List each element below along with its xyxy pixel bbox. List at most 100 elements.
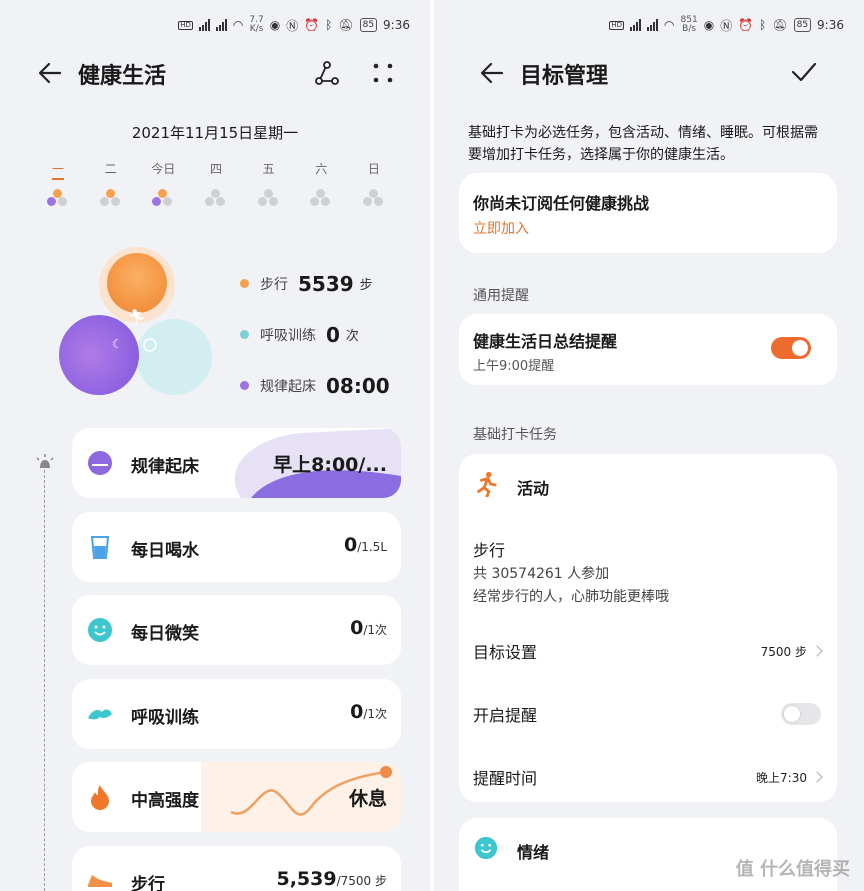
day-sat[interactable]: 六 <box>295 160 347 209</box>
header: 健康生活 <box>0 55 430 91</box>
eye-icon: ◉ <box>703 18 715 32</box>
alarm-icon: ⏰ <box>738 18 754 32</box>
hd-badge: HD <box>609 20 625 30</box>
battery-icon: 85 <box>359 18 378 32</box>
day-dots-icon <box>99 189 122 209</box>
legend-value: 5539 <box>298 271 354 296</box>
card-intensity[interactable]: 中高强度 休息 <box>72 762 401 832</box>
goal-label: 目标设置 <box>473 643 538 662</box>
day-mon[interactable]: 一 <box>32 160 84 209</box>
walk-reminder-toggle[interactable] <box>781 703 821 725</box>
day-tue[interactable]: 二 <box>85 160 137 209</box>
card-value-text: 5,539 <box>276 868 337 890</box>
card-value: 5,539/7500 步 <box>276 868 387 890</box>
signal-icon <box>215 19 227 31</box>
chevron-right-icon <box>811 645 823 657</box>
legend-dot <box>240 279 249 288</box>
day-fri[interactable]: 五 <box>243 160 295 209</box>
summary-reminder-title: 健康生活日总结提醒 <box>473 332 618 351</box>
walk-title: 步行 <box>473 541 506 560</box>
day-dots-icon <box>204 189 227 209</box>
net-speed: 7.7 K/s <box>249 15 264 34</box>
emotion-smile-icon <box>474 836 498 860</box>
day-today[interactable]: 今日 <box>137 160 189 209</box>
day-dots-icon <box>257 189 280 209</box>
card-value: 0/1.5L <box>344 534 387 556</box>
share-icon[interactable] <box>314 60 340 86</box>
page-title: 健康生活 <box>78 64 167 89</box>
card-breath[interactable]: 呼吸训练 0/1次 <box>72 679 401 749</box>
day-sun[interactable]: 日 <box>348 160 400 209</box>
card-title: 每日微笑 <box>131 624 199 644</box>
confirm-check-icon[interactable] <box>790 58 818 86</box>
legend-unit: 次 <box>345 329 359 344</box>
card-title: 呼吸训练 <box>131 708 199 728</box>
walk-participants: 共 30574261 人参加 <box>473 566 610 582</box>
card-walk[interactable]: 步行 5,539/7500 步 <box>72 846 401 891</box>
card-title: 步行 <box>131 875 165 891</box>
card-title: 每日喝水 <box>131 541 199 561</box>
legend-dot <box>240 381 249 390</box>
running-icon <box>477 471 497 497</box>
emotion-title: 情绪 <box>517 843 550 862</box>
header: 目标管理 <box>434 55 864 91</box>
day-dots-icon <box>310 189 332 209</box>
card-value-sub: /7500 步 <box>336 874 387 888</box>
net-speed: 851 B/s <box>680 15 698 34</box>
remind-time-text: 晚上7:30 <box>756 770 807 785</box>
card-value-sub: /1次 <box>363 623 387 637</box>
day-thu[interactable]: 四 <box>190 160 242 209</box>
card-value: 0/1次 <box>350 701 387 723</box>
remind-time-row[interactable]: 提醒时间 晚上7:30 <box>473 762 823 792</box>
card-value-text: 早上8:00/... <box>273 454 387 476</box>
legend-breath: 呼吸训练 0 次 <box>240 309 396 360</box>
card-value: 0/1次 <box>350 617 387 639</box>
summary-reminder-toggle[interactable] <box>771 337 811 359</box>
smile-icon <box>88 618 112 642</box>
join-now-link[interactable]: 立即加入 <box>473 218 529 238</box>
day-dots-icon <box>362 189 385 209</box>
back-arrow-icon[interactable] <box>36 59 64 87</box>
alarm-bell-icon <box>36 454 54 468</box>
card-value-text: 0 <box>343 534 358 556</box>
back-arrow-icon[interactable] <box>478 59 506 87</box>
day-label: 一 <box>51 162 64 180</box>
health-blob-chart[interactable]: 🏃︎ ☾ <box>55 245 225 400</box>
week-selector: 一 二 今日 四 五 六 日 <box>32 160 400 209</box>
legend-label: 规律起床 <box>260 378 316 395</box>
card-title: 规律起床 <box>131 457 199 477</box>
goal-setting-row[interactable]: 目标设置 7500 步 <box>473 636 823 666</box>
shoe-icon <box>88 875 112 887</box>
legend-unit: 步 <box>359 278 373 293</box>
signal-icon <box>198 19 210 31</box>
day-dots-icon <box>152 189 174 209</box>
card-value-text: 0 <box>350 701 364 723</box>
remind-label: 开启提醒 <box>473 706 538 725</box>
activity-card: 活动 步行 共 30574261 人参加 经常步行的人，心肺功能更棒哦 目标设置… <box>459 454 837 802</box>
wifi-icon: ◠ <box>232 18 244 32</box>
sunrise-icon <box>88 451 112 475</box>
mute-icon: 🔕︎ <box>772 18 788 32</box>
page-title: 目标管理 <box>520 64 609 89</box>
card-value-sub: /1次 <box>363 707 387 721</box>
timeline-line <box>44 470 45 891</box>
more-grid-icon[interactable] <box>372 62 394 84</box>
status-bar: HD ◠ 851 B/s ◉ Ⓝ ⏰ ᛒ 🔕︎ 85 9:36 <box>609 14 844 36</box>
left-screen: HD ◠ 7.7 K/s ◉ Ⓝ ⏰ ᛒ 🔕︎ 85 9:36 健康生活 2021… <box>0 0 430 891</box>
card-wake[interactable]: 规律起床 早上8:00/... <box>72 428 401 498</box>
bluetooth-icon: ᛒ <box>759 18 767 32</box>
water-cup-icon <box>90 536 110 559</box>
hd-badge: HD <box>178 20 193 30</box>
alarm-icon: ⏰ <box>304 18 320 32</box>
day-label: 二 <box>104 162 117 176</box>
legend-label: 呼吸训练 <box>260 327 316 344</box>
day-label: 六 <box>315 162 328 176</box>
nfc-icon: Ⓝ <box>720 18 733 33</box>
card-water[interactable]: 每日喝水 0/1.5L <box>72 512 401 582</box>
day-label: 今日 <box>151 162 176 176</box>
status-bar: HD ◠ 7.7 K/s ◉ Ⓝ ⏰ ᛒ 🔕︎ 85 9:36 <box>178 14 410 36</box>
card-title: 中高强度 <box>131 791 199 811</box>
breath-icon <box>88 709 112 720</box>
card-value-text: 休息 <box>348 788 387 810</box>
card-smile[interactable]: 每日微笑 0/1次 <box>72 595 401 665</box>
